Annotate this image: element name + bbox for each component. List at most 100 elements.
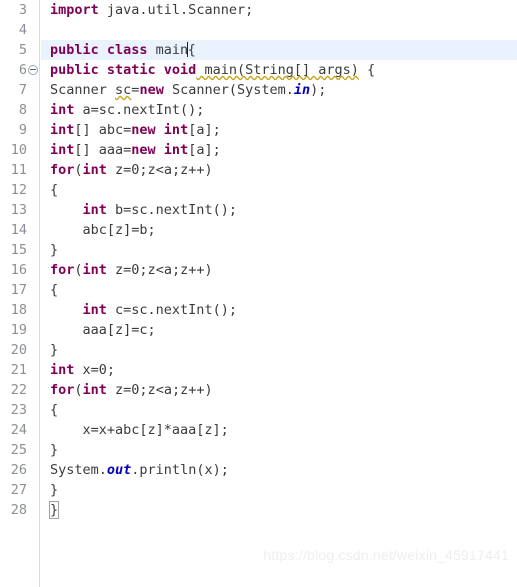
token-static-field: out (106, 462, 132, 478)
line-number: 24 (10, 422, 27, 438)
line-number: 3 (18, 2, 27, 18)
code-line[interactable]: aaa[z]=c; (41, 320, 517, 340)
token-text: [a]; (188, 122, 221, 138)
token-keyword: int (82, 382, 107, 398)
token-text: { (50, 282, 59, 298)
line-number: 16 (10, 262, 27, 278)
code-line[interactable]: System.out.println(x); (41, 460, 517, 480)
token-text: [] aaa= (74, 142, 132, 158)
gutter-row: 28 (0, 500, 39, 520)
token-text: } (50, 442, 59, 458)
code-content[interactable]: import java.util.Scanner; public class m… (41, 0, 517, 587)
line-number: 18 (10, 302, 27, 318)
code-line-current[interactable]: public class main{ (41, 40, 517, 60)
gutter-row: 13 (0, 200, 39, 220)
token-static-field: in (293, 82, 311, 98)
token-text: } (50, 242, 59, 258)
token-text: ( (74, 162, 83, 178)
token-text: [] abc= (74, 122, 132, 138)
token-text: ); (310, 82, 327, 98)
token-keyword: int (50, 142, 75, 158)
gutter-row: 24 (0, 420, 39, 440)
code-line[interactable]: int[] abc=new int[a]; (41, 120, 517, 140)
code-line[interactable]: { (41, 280, 517, 300)
gutter-row: 9 (0, 120, 39, 140)
gutter-row: 16 (0, 260, 39, 280)
gutter-row: 27 (0, 480, 39, 500)
token-text: [a]; (188, 142, 221, 158)
token-keyword: for (50, 262, 75, 278)
token-text: aaa[z]=c; (50, 322, 156, 338)
token-text: .println(x); (131, 462, 229, 478)
line-number: 5 (18, 42, 27, 58)
code-line[interactable]: for(int z=0;z<a;z++) (41, 260, 517, 280)
line-number: 4 (18, 22, 27, 38)
line-number: 7 (18, 82, 27, 98)
token-text: z=0;z<a;z++) (106, 382, 213, 398)
gutter-row: 5 (0, 40, 39, 60)
code-line[interactable]: } (41, 240, 517, 260)
code-line[interactable]: for(int z=0;z<a;z++) (41, 380, 517, 400)
code-line[interactable]: public static void main(String[] args) { (41, 60, 517, 80)
token-keyword: int (82, 302, 107, 318)
line-number: 20 (10, 342, 27, 358)
gutter-row: 19 (0, 320, 39, 340)
code-line[interactable]: int b=sc.nextInt(); (41, 200, 517, 220)
line-number: 21 (10, 362, 27, 378)
gutter-row: 8 (0, 100, 39, 120)
line-number: 27 (10, 482, 27, 498)
code-line[interactable]: } (41, 500, 517, 520)
gutter-row: 7 (0, 80, 39, 100)
line-number: 19 (10, 322, 27, 338)
code-line[interactable]: x=x+abc[z]*aaa[z]; (41, 420, 517, 440)
token-text: { (50, 182, 59, 198)
line-number: 12 (10, 182, 27, 198)
line-number: 14 (10, 222, 27, 238)
line-number: 15 (10, 242, 27, 258)
line-number: 22 (10, 382, 27, 398)
line-number: 8 (18, 102, 27, 118)
code-line[interactable]: } (41, 340, 517, 360)
gutter-row: 17 (0, 280, 39, 300)
code-line[interactable]: } (41, 480, 517, 500)
token-text: { (50, 402, 59, 418)
token-text: a=sc.nextInt(); (74, 102, 205, 118)
gutter-row: 6 (0, 60, 39, 80)
gutter-row: 3 (0, 0, 39, 20)
line-number: 10 (10, 142, 27, 158)
code-line[interactable]: Scanner sc=new Scanner(System.in); (41, 80, 517, 100)
token-text: main (147, 42, 189, 58)
code-line[interactable]: int a=sc.nextInt(); (41, 100, 517, 120)
gutter-row: 23 (0, 400, 39, 420)
code-line[interactable]: abc[z]=b; (41, 220, 517, 240)
token-keyword: for (50, 162, 75, 178)
code-line[interactable]: for(int z=0;z<a;z++) (41, 160, 517, 180)
token-text-warning: sc (115, 82, 132, 98)
code-line[interactable]: { (41, 180, 517, 200)
code-line[interactable]: int x=0; (41, 360, 517, 380)
token-text: c=sc.nextInt(); (106, 302, 237, 318)
token-text: java.util.Scanner; (98, 2, 254, 18)
token-text: x=x+abc[z]*aaa[z]; (50, 422, 229, 438)
code-line[interactable]: { (41, 400, 517, 420)
gutter-row: 4 (0, 20, 39, 40)
gutter-row: 14 (0, 220, 39, 240)
line-number: 9 (18, 122, 27, 138)
token-text: Scanner (50, 82, 116, 98)
token-text: z=0;z<a;z++) (106, 262, 213, 278)
gutter-row: 10 (0, 140, 39, 160)
token-keyword: public class (50, 42, 148, 58)
code-line[interactable]: import java.util.Scanner; (41, 0, 517, 20)
code-line[interactable] (41, 20, 517, 40)
code-editor[interactable]: 3 4 5 6 7 8 9 10 11 12 13 14 15 16 17 18… (0, 0, 517, 587)
line-number: 17 (10, 282, 27, 298)
line-number: 23 (10, 402, 27, 418)
gutter-row: 12 (0, 180, 39, 200)
token-text: } (50, 482, 59, 498)
code-line[interactable]: } (41, 440, 517, 460)
code-line[interactable]: int[] aaa=new int[a]; (41, 140, 517, 160)
code-line[interactable]: int c=sc.nextInt(); (41, 300, 517, 320)
token-text: x=0; (74, 362, 116, 378)
code-fold-collapse-icon[interactable] (28, 65, 38, 75)
token-keyword: int (82, 162, 107, 178)
